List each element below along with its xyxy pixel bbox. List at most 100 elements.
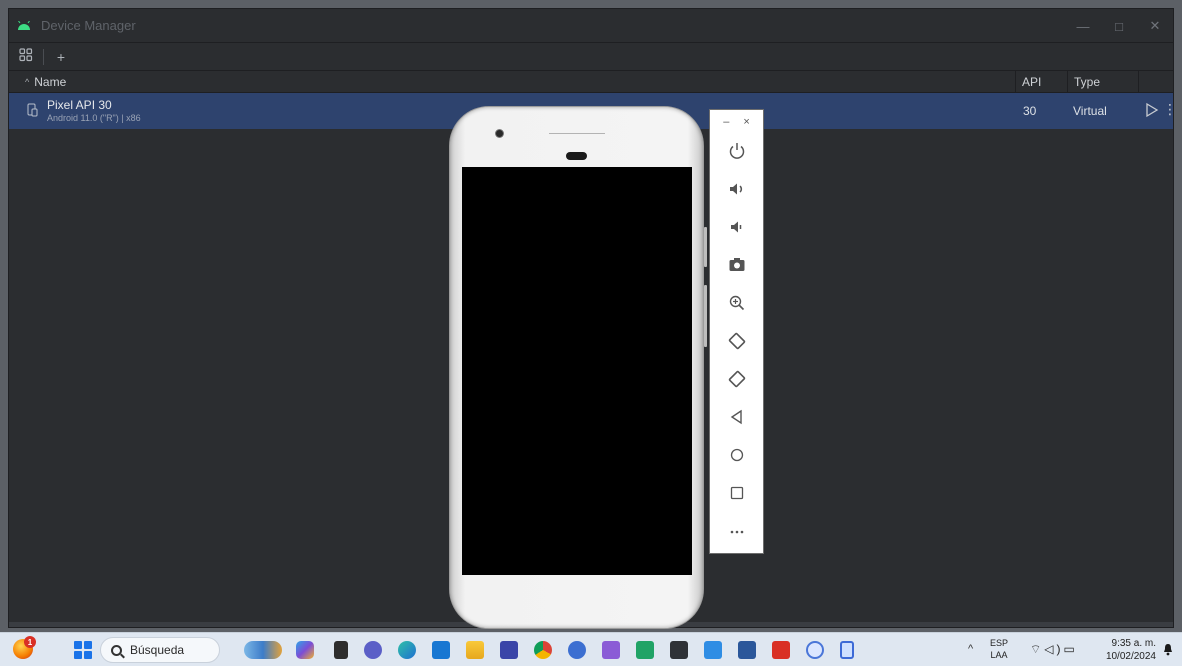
star-app-icon[interactable] (806, 641, 824, 659)
rotate-right-button[interactable] (724, 366, 750, 392)
search-icon (111, 644, 122, 656)
taskbar: 1 Búsqueda ^ ESP LAA ⌔◁)▭ 9:35 a. m. 10/… (0, 632, 1182, 666)
battery-icon: ▭ (1063, 642, 1078, 656)
windows-logo-tile (74, 641, 82, 649)
device-group-button[interactable] (17, 48, 35, 65)
volume-up-icon (730, 183, 743, 195)
grid-icon (19, 48, 33, 62)
language-code: ESP (990, 638, 1009, 648)
zoom-icon (729, 295, 745, 311)
sort-ascending-icon: ^ (25, 76, 30, 87)
android-icon (18, 20, 30, 30)
column-api-label: API (1022, 74, 1042, 89)
phone-power-button (704, 285, 707, 347)
table-header: ^ Name API Type (9, 70, 1173, 93)
rotate-left-button[interactable] (724, 328, 750, 354)
windows-logo-tile (84, 641, 92, 649)
zoom-button[interactable] (724, 290, 750, 316)
app-cube-icon[interactable] (568, 641, 586, 659)
notification-bell-icon[interactable] (1162, 643, 1174, 656)
volume-up-button[interactable] (724, 176, 750, 202)
phone-volume-button (704, 227, 707, 267)
minimize-button[interactable]: — (1065, 9, 1101, 43)
earpiece-speaker (549, 133, 605, 134)
emulator-close-button[interactable]: × (743, 116, 749, 128)
edge-icon[interactable] (398, 641, 416, 659)
column-header-api[interactable]: API (1015, 70, 1057, 93)
windows-logo-tile (74, 651, 82, 659)
toolbar-separator (43, 48, 44, 65)
emulator-window-controls: – × (710, 116, 763, 128)
visual-studio-code-icon[interactable] (500, 641, 518, 659)
chrome-icon[interactable] (534, 641, 552, 659)
home-button[interactable] (724, 442, 750, 468)
column-type-label: Type (1074, 74, 1101, 89)
home-icon (730, 448, 744, 462)
acrobat-icon[interactable] (772, 641, 790, 659)
device-toolbar: + (9, 43, 1173, 71)
start-button[interactable] (74, 641, 92, 659)
language-indicator[interactable]: ESP LAA (990, 637, 1008, 661)
volume-down-button[interactable] (724, 214, 750, 240)
title-bar: Device Manager — □ ✕ (9, 9, 1173, 43)
search-placeholder: Búsqueda (130, 643, 185, 657)
emulator-minimize-button[interactable]: – (723, 116, 729, 128)
front-camera-icon (496, 130, 503, 137)
emulator-screen[interactable] (462, 167, 692, 575)
overview-icon (730, 486, 744, 500)
more-icon (730, 530, 744, 534)
emulator-toolbar: – × (709, 109, 764, 554)
word-icon[interactable] (738, 641, 756, 659)
window-title: Device Manager (41, 18, 136, 33)
vertical-app-icon[interactable] (840, 641, 854, 659)
close-button[interactable]: ✕ (1137, 9, 1173, 43)
clock-date: 10/02/2024 (1105, 651, 1156, 662)
proximity-sensor (566, 152, 587, 160)
launch-device-icon[interactable] (1145, 102, 1159, 118)
copilot-icon[interactable] (296, 641, 314, 659)
quick-settings-icons[interactable]: ⌔◁)▭ (1030, 642, 1078, 657)
volume-icon: ◁) (1044, 642, 1064, 656)
mail-icon[interactable] (432, 641, 450, 659)
clock-time: 9:35 a. m. (1111, 638, 1156, 649)
teams-icon[interactable] (364, 641, 382, 659)
file-explorer-icon[interactable] (466, 641, 484, 659)
virtual-device-icon (27, 103, 38, 117)
device-name: Pixel API 30 (47, 98, 112, 112)
taskbar-search[interactable]: Búsqueda (100, 637, 220, 663)
rotate-left-icon (728, 332, 746, 350)
maximize-button[interactable]: □ (1101, 9, 1137, 43)
keyboard-layout: LAA (990, 650, 1008, 660)
file-app-icon[interactable] (334, 641, 348, 659)
node-app-icon[interactable] (704, 641, 722, 659)
device-type: Virtual (1073, 104, 1107, 118)
more-actions-icon[interactable]: ⋮ (1163, 101, 1177, 118)
weather-widget-icon[interactable]: 1 (13, 636, 36, 659)
emulator-phone-frame (449, 106, 707, 629)
visual-studio-icon[interactable] (602, 641, 620, 659)
power-icon (729, 143, 745, 159)
window-controls: — □ ✕ (1065, 9, 1173, 43)
excel-app-icon[interactable] (636, 641, 654, 659)
rotate-right-icon (728, 370, 746, 388)
power-button[interactable] (724, 138, 750, 164)
extended-controls-button[interactable] (724, 518, 750, 544)
column-header-name[interactable]: ^ Name (25, 75, 66, 89)
show-hidden-icons-button[interactable]: ^ (968, 643, 973, 655)
wifi-icon: ⌔ (1030, 642, 1045, 656)
notification-count-badge: 1 (24, 636, 36, 648)
windows-logo-tile (84, 651, 92, 659)
screenshot-button[interactable] (724, 252, 750, 278)
back-button[interactable] (724, 404, 750, 430)
widgets-icon[interactable] (244, 641, 282, 659)
column-name-label: Name (34, 74, 67, 89)
device-api: 30 (1023, 104, 1037, 118)
clock[interactable]: 9:35 a. m. 10/02/2024 (1094, 637, 1156, 663)
column-header-type[interactable]: Type (1067, 70, 1139, 93)
overview-button[interactable] (724, 480, 750, 506)
camera-icon (729, 258, 745, 271)
volume-down-icon (731, 221, 742, 233)
terminal-icon[interactable] (670, 641, 688, 659)
add-device-button[interactable]: + (52, 49, 70, 65)
device-subtitle: Android 11.0 ("R") | x86 (47, 113, 141, 123)
